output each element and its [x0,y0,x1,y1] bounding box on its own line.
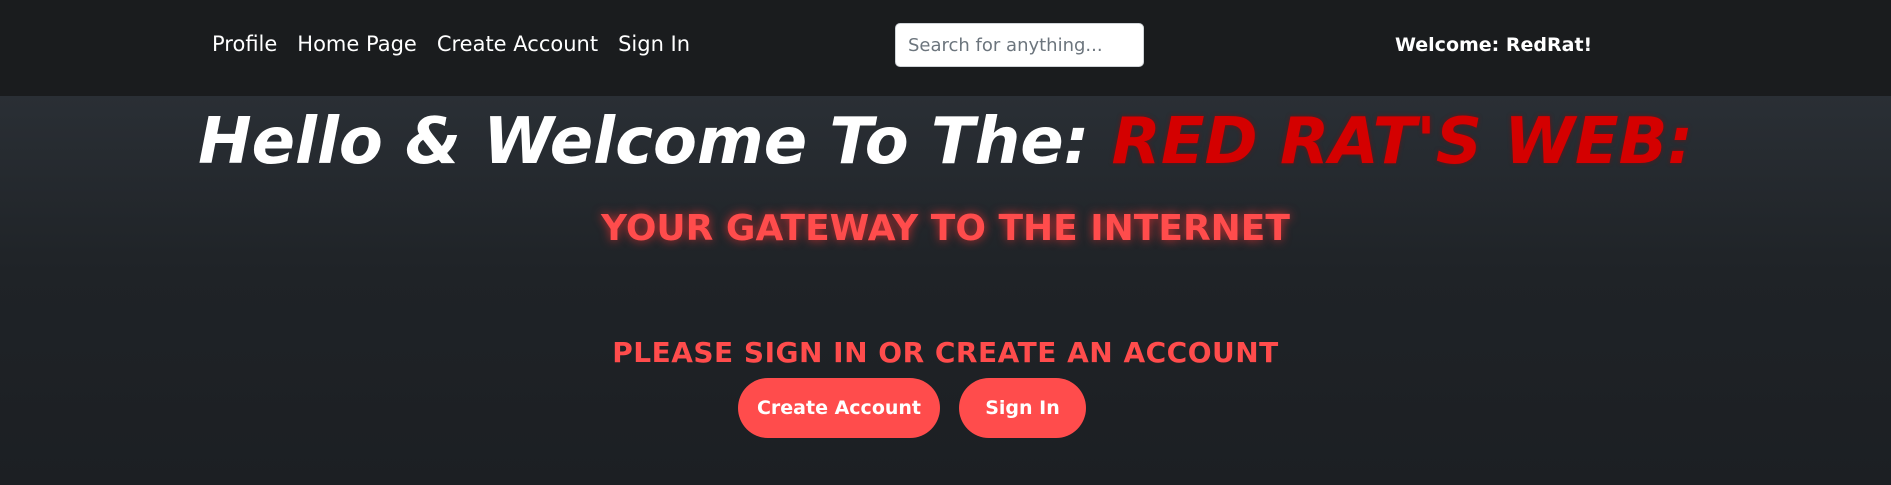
create-account-button[interactable]: Create Account [738,378,940,438]
nav-links: Profile Home Page Create Account Sign In [212,32,690,56]
hero-title-brand: RED RAT'S WEB: [1111,105,1693,179]
nav-link-create-account[interactable]: Create Account [437,32,598,56]
hero-title: Hello & Welcome To The: RED RAT'S WEB: [0,110,1891,174]
welcome-user-text: Welcome: RedRat! [1395,34,1593,56]
nav-link-home-page[interactable]: Home Page [297,32,417,56]
nav-link-sign-in[interactable]: Sign In [618,32,690,56]
hero-section: Hello & Welcome To The: RED RAT'S WEB: Y… [0,96,1891,485]
nav-link-profile[interactable]: Profile [212,32,277,56]
search-input[interactable] [895,23,1144,67]
top-navbar: Profile Home Page Create Account Sign In… [0,0,1891,96]
signin-prompt: PLEASE SIGN IN OR CREATE AN ACCOUNT [612,336,1279,369]
sign-in-button[interactable]: Sign In [959,378,1086,438]
hero-subtitle: YOUR GATEWAY TO THE INTERNET [601,208,1290,249]
hero-title-prefix: Hello & Welcome To The: [198,105,1090,179]
